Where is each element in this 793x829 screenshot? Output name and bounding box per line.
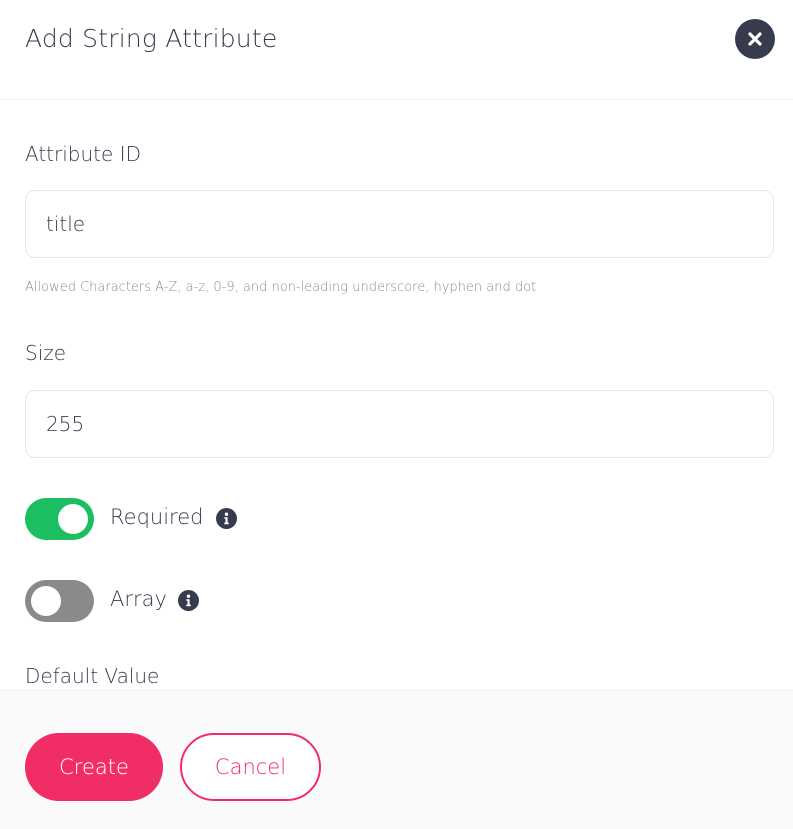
toggle-knob	[58, 504, 88, 534]
attribute-id-input[interactable]	[25, 190, 774, 258]
modal-header: Add String Attribute	[0, 0, 793, 100]
info-icon[interactable]	[216, 508, 237, 529]
add-attribute-modal: Add String Attribute Attribute ID Allowe…	[0, 0, 793, 829]
create-button[interactable]: Create	[25, 733, 163, 801]
size-input[interactable]	[25, 390, 774, 458]
toggle-knob	[31, 586, 61, 616]
close-button[interactable]	[735, 19, 775, 59]
modal-title: Add String Attribute	[25, 24, 278, 53]
cancel-button[interactable]: Cancel	[180, 733, 321, 801]
modal-footer: Create Cancel	[0, 690, 793, 829]
required-label: Required	[110, 505, 204, 529]
array-label: Array	[110, 587, 167, 611]
attribute-id-label: Attribute ID	[25, 142, 141, 166]
close-icon	[748, 32, 762, 46]
array-toggle[interactable]	[25, 580, 94, 622]
size-label: Size	[25, 341, 67, 365]
required-toggle[interactable]	[25, 498, 94, 540]
default-value-label: Default Value	[25, 664, 160, 688]
attribute-id-hint: Allowed Characters A-Z, a-z, 0-9, and no…	[25, 280, 537, 295]
info-icon[interactable]	[178, 590, 199, 611]
